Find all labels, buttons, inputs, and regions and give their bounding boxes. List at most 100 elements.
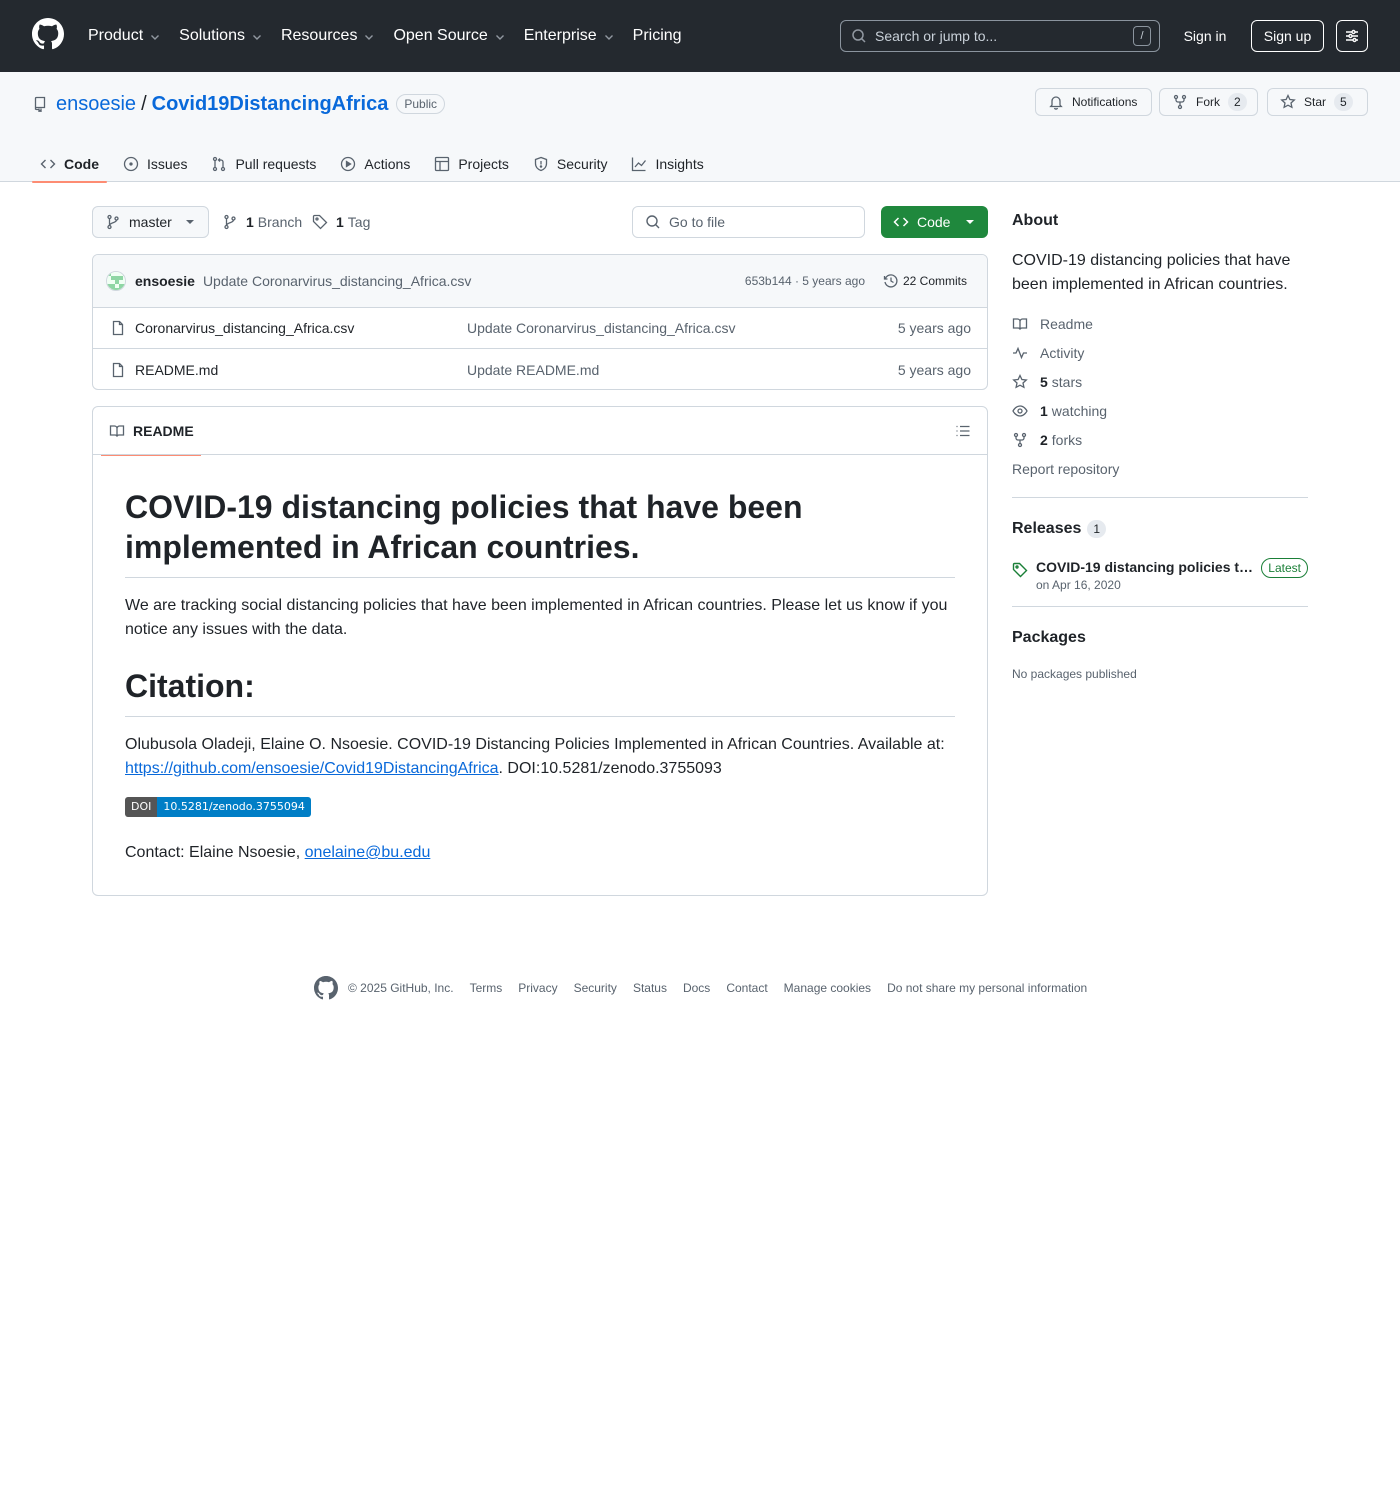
path-separator: / <box>141 92 147 115</box>
search-placeholder: Search or jump to... <box>875 28 998 44</box>
file-icon <box>112 320 124 336</box>
tags-link[interactable]: 1 Tag <box>312 206 370 238</box>
pull-request-icon <box>213 156 226 172</box>
release-item[interactable]: COVID-19 distancing policies that have b… <box>1012 558 1308 592</box>
code-dropdown-button[interactable]: Code <box>881 206 988 238</box>
repo-icon <box>34 96 46 112</box>
repo-owner-link[interactable]: ensoesie <box>56 93 136 116</box>
fork-count: 2 <box>1228 93 1247 111</box>
citation-heading: Citation: <box>125 666 955 717</box>
history-icon <box>883 274 898 288</box>
tag-icon <box>1012 562 1028 578</box>
book-icon <box>1012 317 1028 330</box>
footer-link-security[interactable]: Security <box>574 981 617 995</box>
report-repository-link[interactable]: Report repository <box>1012 454 1308 483</box>
fork-button[interactable]: Fork 2 <box>1159 88 1258 116</box>
code-icon <box>40 159 56 169</box>
contact-email-link[interactable]: onelaine@bu.edu <box>305 844 431 861</box>
footer-link-status[interactable]: Status <box>633 981 667 995</box>
file-commit-message-link[interactable]: Update Coronarvirus_distancing_Africa.cs… <box>467 320 735 336</box>
footer-link-manage-cookies[interactable]: Manage cookies <box>784 981 871 995</box>
forks-link[interactable]: 2 forks <box>1012 425 1308 454</box>
release-date: on Apr 16, 2020 <box>1036 578 1121 592</box>
table-icon <box>435 156 450 172</box>
fork-icon <box>1173 94 1187 110</box>
github-logo-icon[interactable] <box>314 976 338 1000</box>
nav-open-source[interactable]: Open Source <box>393 24 505 48</box>
copyright: © 2025 GitHub, Inc. <box>348 981 454 995</box>
commit-author-link[interactable]: ensoesie <box>135 273 195 289</box>
tab-security[interactable]: Security <box>525 146 616 182</box>
star-button[interactable]: Star 5 <box>1267 88 1368 116</box>
page-footer: © 2025 GitHub, Inc. Terms Privacy Securi… <box>314 976 1103 1000</box>
notifications-button[interactable]: Notifications <box>1035 88 1152 116</box>
search-shortcut-key: / <box>1133 26 1151 46</box>
latest-commit-row: ensoesie Update Coronarvirus_distancing_… <box>93 255 987 308</box>
tab-actions[interactable]: Actions <box>332 146 418 182</box>
commit-message-link[interactable]: Update Coronarvirus_distancing_Africa.cs… <box>203 273 471 289</box>
activity-link[interactable]: Activity <box>1012 338 1308 367</box>
divider <box>1012 497 1308 498</box>
repo-name-link[interactable]: Covid19DistancingAfrica <box>152 93 389 116</box>
citation-paragraph: Olubusola Oladeji, Elaine O. Nsoesie. CO… <box>125 736 945 777</box>
file-commit-message-link[interactable]: Update README.md <box>467 362 599 378</box>
file-name-link[interactable]: Coronarvirus_distancing_Africa.csv <box>135 320 354 336</box>
about-heading: About <box>1012 212 1059 229</box>
search-icon <box>852 29 866 43</box>
commits-history-link[interactable]: 22 Commits <box>883 273 967 289</box>
sign-in-link[interactable]: Sign in <box>1170 20 1240 52</box>
top-navigation: Product Solutions Resources Open Source … <box>88 24 700 48</box>
divider <box>93 454 987 455</box>
graph-icon <box>632 157 647 172</box>
stars-link[interactable]: 5 stars <box>1012 367 1308 396</box>
branch-selector[interactable]: master <box>92 206 209 238</box>
chevron-down-icon <box>151 35 160 40</box>
footer-link-privacy[interactable]: Privacy <box>518 981 557 995</box>
global-search-input[interactable]: Search or jump to... / <box>840 20 1160 52</box>
footer-link-contact[interactable]: Contact <box>726 981 767 995</box>
tab-code[interactable]: Code <box>32 146 107 183</box>
footer-link-terms[interactable]: Terms <box>470 981 503 995</box>
go-to-file-input[interactable]: Go to file <box>632 206 865 238</box>
tab-issues[interactable]: Issues <box>115 146 195 182</box>
file-age: 5 years ago <box>897 361 971 378</box>
nav-pricing[interactable]: Pricing <box>633 24 682 48</box>
doi-badge[interactable]: DOI 10.5281/zenodo.3755094 <box>125 797 955 817</box>
packages-heading[interactable]: Packages <box>1012 623 1308 653</box>
github-logo-icon[interactable] <box>32 18 64 50</box>
nav-enterprise[interactable]: Enterprise <box>524 24 615 48</box>
file-list: ensoesie Update Coronarvirus_distancing_… <box>92 254 988 390</box>
citation-repo-link[interactable]: https://github.com/ensoesie/Covid19Dista… <box>125 760 499 777</box>
file-age: 5 years ago <box>897 320 971 336</box>
star-icon <box>1012 373 1028 389</box>
footer-link-docs[interactable]: Docs <box>683 981 710 995</box>
releases-heading[interactable]: Releases 1 <box>1012 514 1308 544</box>
readme-tab[interactable]: README <box>101 407 201 456</box>
list-outline-icon[interactable] <box>955 423 971 439</box>
readme-title: COVID-19 distancing policies that have b… <box>125 487 955 578</box>
tab-pull-requests[interactable]: Pull requests <box>203 146 324 182</box>
sign-up-button[interactable]: Sign up <box>1251 20 1324 52</box>
tab-insights[interactable]: Insights <box>623 146 711 182</box>
nav-solutions[interactable]: Solutions <box>179 24 263 48</box>
nav-resources[interactable]: Resources <box>281 24 375 48</box>
file-name-link[interactable]: README.md <box>135 362 218 378</box>
chevron-down-icon <box>252 35 261 40</box>
tab-projects[interactable]: Projects <box>426 146 517 182</box>
nav-product[interactable]: Product <box>88 24 161 48</box>
star-count: 5 <box>1334 93 1353 111</box>
latest-badge: Latest <box>1261 558 1308 578</box>
repository-tabs: Code Issues Pull requests Actions Projec… <box>32 146 720 183</box>
branches-link[interactable]: 1 Branch <box>222 206 302 238</box>
visibility-badge: Public <box>396 94 446 114</box>
release-name: COVID-19 distancing policies that have b… <box>1036 559 1254 575</box>
commit-sha-age[interactable]: 653b144 · 5 years ago <box>745 274 865 288</box>
chevron-down-icon <box>365 35 374 40</box>
readme-link[interactable]: Readme <box>1012 309 1308 338</box>
avatar[interactable] <box>106 271 126 291</box>
watchers-link[interactable]: 1 watching <box>1012 396 1308 425</box>
settings-menu-button[interactable] <box>1336 20 1368 52</box>
footer-link-do-not-share[interactable]: Do not share my personal information <box>887 981 1087 995</box>
pulse-icon <box>1013 346 1027 359</box>
table-row: README.md Update README.md 5 years ago <box>93 349 987 389</box>
